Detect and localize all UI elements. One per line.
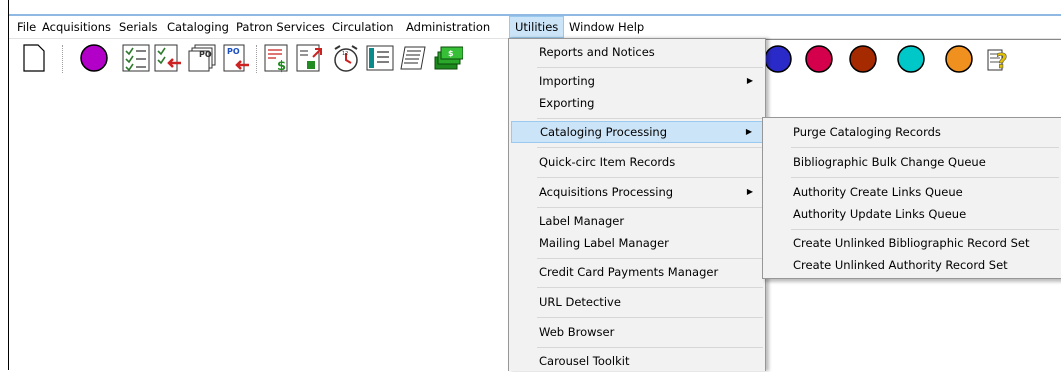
cataloging-processing-submenu: Purge Cataloging Records Bibliographic B… (762, 117, 1061, 279)
menu-utilities[interactable]: Utilities (509, 16, 565, 38)
menu-separator (537, 287, 763, 288)
menu-item-label: Acquisitions Processing (539, 185, 674, 199)
purple-circle-icon[interactable] (79, 43, 109, 73)
toolbar-right: ? (766, 39, 1061, 80)
menu-separator (791, 177, 1059, 178)
menu-separator (537, 118, 763, 119)
alarm-clock-icon[interactable]: 12 (331, 43, 361, 73)
menu-separator (537, 258, 763, 259)
svg-text:PO: PO (199, 50, 212, 59)
menu-item-url-detective[interactable]: URL Detective (511, 291, 763, 313)
blue-circle-icon[interactable] (766, 44, 796, 74)
menu-item-create-unlinked-bibliographic-record-set[interactable]: Create Unlinked Bibliographic Record Set (765, 232, 1059, 254)
menu-separator (537, 317, 763, 318)
svg-text:PO: PO (227, 47, 240, 56)
menu-item-label: URL Detective (539, 295, 621, 309)
invoice-arrow-icon[interactable] (295, 43, 325, 73)
menu-item-label: Authority Create Links Queue (793, 185, 963, 199)
menu-separator (537, 67, 763, 68)
menu-administration[interactable]: Administration (401, 16, 495, 38)
menu-item-label: Create Unlinked Authority Record Set (793, 258, 1008, 272)
menu-separator (537, 347, 763, 348)
menu-item-reports-and-notices[interactable]: Reports and Notices (511, 41, 763, 63)
menu-item-label-manager[interactable]: Label Manager (511, 210, 763, 232)
menu-item-label: Reports and Notices (539, 45, 655, 59)
menu-item-label: Bibliographic Bulk Change Queue (793, 155, 986, 169)
brown-circle-icon[interactable] (848, 44, 878, 74)
menu-item-cataloging-processing[interactable]: Cataloging Processing ▶ (511, 121, 763, 143)
menu-item-label: Carousel Toolkit (539, 354, 630, 368)
invoice-dollar-icon[interactable]: $ (263, 43, 293, 73)
po-stack-icon[interactable]: PO (187, 43, 217, 73)
catalog-card-icon[interactable] (365, 43, 395, 73)
menu-item-quick-circ-item-records[interactable]: Quick-circ Item Records (511, 151, 763, 173)
menu-item-label: Exporting (539, 96, 595, 110)
svg-text:12: 12 (342, 51, 348, 57)
submenu-arrow-icon: ▶ (746, 76, 753, 85)
menu-item-credit-card-payments-manager[interactable]: Credit Card Payments Manager (511, 261, 763, 283)
menu-cataloging[interactable]: Cataloging (162, 16, 234, 38)
toolbar-separator (256, 45, 258, 73)
orange-circle-icon[interactable] (944, 44, 974, 74)
toolbar-separator (62, 45, 64, 73)
menu-item-label: Quick-circ Item Records (539, 155, 676, 169)
menu-item-label: Mailing Label Manager (539, 236, 669, 250)
menu-item-create-unlinked-authority-record-set[interactable]: Create Unlinked Authority Record Set (765, 254, 1059, 276)
menu-item-web-browser[interactable]: Web Browser (511, 321, 763, 343)
svg-text:$: $ (277, 59, 286, 73)
menu-circulation[interactable]: Circulation (327, 16, 399, 38)
menu-item-acquisitions-processing[interactable]: Acquisitions Processing ▶ (511, 181, 763, 203)
menu-separator (537, 177, 763, 178)
menu-item-label: Purge Cataloging Records (793, 125, 941, 139)
po-arrow-icon[interactable]: PO (221, 43, 251, 73)
menu-patron-services[interactable]: Patron Services (231, 16, 330, 38)
help-question-icon[interactable]: ? (984, 44, 1014, 74)
menu-item-importing[interactable]: Importing ▶ (511, 70, 763, 92)
menu-item-label: Authority Update Links Queue (793, 207, 967, 221)
menu-separator (791, 147, 1059, 148)
utilities-menu: Reports and Notices Importing ▶ Exporting… (508, 38, 766, 371)
teal-circle-icon[interactable] (896, 44, 926, 74)
menu-item-label: Credit Card Payments Manager (539, 265, 719, 279)
menu-item-label: Web Browser (539, 325, 615, 339)
menu-item-purge-cataloging-records[interactable]: Purge Cataloging Records (765, 121, 1059, 143)
submenu-arrow-icon: ▶ (745, 127, 752, 136)
menu-serials[interactable]: Serials (114, 16, 163, 38)
menu-item-label: Importing (539, 74, 595, 88)
checklist-arrow-icon[interactable] (153, 43, 183, 73)
svg-text:$: $ (448, 49, 454, 58)
menu-item-exporting[interactable]: Exporting (511, 92, 763, 114)
menu-separator (791, 229, 1059, 230)
menu-item-label: Cataloging Processing (540, 125, 668, 139)
register-icon[interactable] (399, 43, 429, 73)
submenu-arrow-icon: ▶ (746, 187, 753, 196)
menu-item-label: Label Manager (539, 214, 625, 228)
money-stack-icon[interactable]: $ (433, 43, 463, 73)
menu-item-mailing-label-manager[interactable]: Mailing Label Manager (511, 232, 763, 254)
menu-item-label: Create Unlinked Bibliographic Record Set (793, 236, 1030, 250)
menu-acquisitions[interactable]: Acquisitions (37, 16, 116, 38)
menu-item-carousel-toolkit[interactable]: Carousel Toolkit (511, 350, 763, 372)
svg-text:?: ? (996, 49, 1008, 73)
menu-window[interactable]: Window (564, 16, 619, 38)
menu-separator (537, 207, 763, 208)
crimson-circle-icon[interactable] (804, 44, 834, 74)
menu-item-authority-create-links-queue[interactable]: Authority Create Links Queue (765, 181, 1059, 203)
menu-help[interactable]: Help (613, 16, 649, 38)
menu-separator (537, 147, 763, 148)
menu-item-authority-update-links-queue[interactable]: Authority Update Links Queue (765, 203, 1059, 225)
checklist-icon[interactable] (121, 43, 151, 73)
menu-bar: File Acquisitions Serials Cataloging Pat… (9, 16, 1061, 39)
new-document-icon[interactable] (19, 43, 49, 73)
menu-item-bibliographic-bulk-change-queue[interactable]: Bibliographic Bulk Change Queue (765, 151, 1059, 173)
